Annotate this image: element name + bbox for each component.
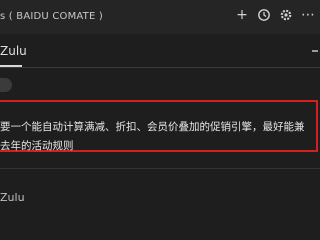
header-actions: + ⋯ bbox=[234, 7, 316, 23]
plus-icon[interactable]: + bbox=[234, 7, 250, 23]
message-line-1: 要一个能自动计算满减、折扣、会员价叠加的促销引擎，最好能兼 bbox=[0, 121, 305, 133]
history-icon[interactable] bbox=[256, 7, 272, 23]
section-divider bbox=[0, 168, 320, 169]
message-line-2: 去年的活动规则 bbox=[0, 140, 74, 152]
tab-divider bbox=[0, 67, 320, 68]
more-icon[interactable]: ⋯ bbox=[300, 7, 316, 23]
panel-title: s ( BAIDU COMATE ) bbox=[0, 11, 103, 22]
scroll-indicator[interactable] bbox=[312, 50, 318, 52]
tab-row: Zulu bbox=[0, 34, 320, 72]
tab-zulu[interactable]: Zulu bbox=[0, 44, 27, 58]
title-bar: s ( BAIDU COMATE ) + ⋯ bbox=[0, 0, 320, 34]
assistant-name-label: Zulu bbox=[0, 191, 25, 204]
gear-icon[interactable] bbox=[278, 7, 294, 23]
user-avatar bbox=[0, 78, 12, 92]
